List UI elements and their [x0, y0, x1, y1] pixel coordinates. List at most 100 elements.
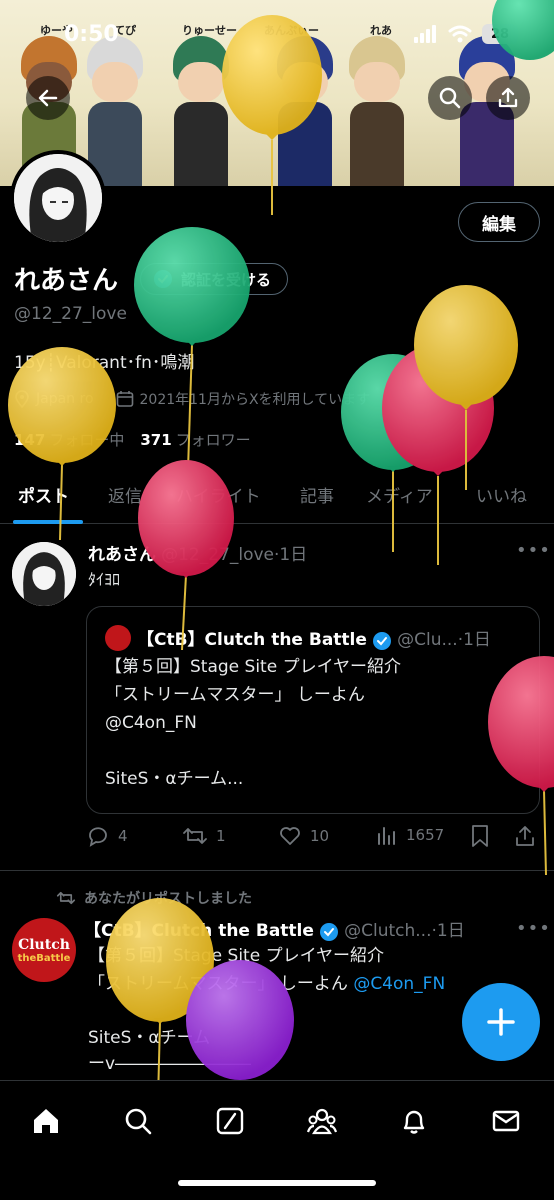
more-options-icon[interactable]: ••• — [516, 918, 551, 939]
repost-indicator: あなたがリポストしました — [56, 888, 252, 908]
nav-communities[interactable] — [300, 1099, 344, 1143]
quote-header: 【CtB】Clutch the Battle @Clu...·1日 — [137, 625, 491, 651]
avatar-illustration — [12, 542, 76, 606]
followers-link[interactable]: 371 フォロワー — [140, 429, 250, 450]
grok-icon — [216, 1107, 244, 1135]
follow-stats: 147 フォロー中 371 フォロワー — [14, 429, 251, 450]
like-count: 10 — [310, 827, 330, 845]
reply-count: 4 — [118, 827, 128, 845]
nav-notifications[interactable] — [392, 1099, 436, 1143]
analytics-icon — [378, 827, 395, 845]
bell-icon — [403, 1110, 425, 1134]
share-button[interactable] — [486, 76, 530, 120]
repost-indicator-label: あなたがリポストしました — [84, 891, 252, 907]
tweet-text-line: ーv―――――――― — [88, 1054, 252, 1074]
status-time: 0:50 — [64, 22, 119, 47]
tweet-author-name[interactable]: 【CtB】Clutch the Battle — [84, 921, 314, 941]
nav-messages[interactable] — [484, 1099, 528, 1143]
tab-replies[interactable]: 返信 — [108, 482, 142, 507]
profile-handle: @12_27_love — [14, 304, 127, 324]
following-count: 147 — [14, 431, 46, 449]
edit-profile-button[interactable]: 編集 — [458, 202, 540, 242]
arrow-left-icon — [38, 89, 58, 107]
tab-posts[interactable]: ポスト — [18, 482, 69, 507]
active-tab-indicator — [13, 520, 83, 524]
tweet-divider — [0, 870, 554, 871]
views-button[interactable]: 1657 — [376, 824, 444, 846]
following-link[interactable]: 147 フォロー中 — [14, 429, 124, 450]
communities-icon — [306, 1108, 338, 1135]
status-icons: 28 — [414, 24, 518, 44]
tweet-author-handle: @Clutch... — [344, 921, 432, 941]
tweet-time: ·1日 — [431, 921, 465, 941]
tweet-text-line: SiteS・αチーム — [88, 1028, 211, 1048]
share-icon — [498, 87, 518, 108]
tab-articles[interactable]: 記事 — [300, 482, 334, 507]
tweet-author-name[interactable]: れあさん — [88, 545, 156, 565]
repost-icon — [56, 891, 76, 905]
bookmark-button[interactable] — [470, 824, 490, 848]
tweet-actions: 4 1 10 1657 — [86, 824, 546, 854]
home-indicator — [178, 1180, 376, 1186]
tab-media[interactable]: メディア — [366, 482, 433, 507]
status-bar: 0:50 28 — [0, 0, 554, 60]
search-icon — [439, 87, 461, 109]
tweet-avatar[interactable]: Clutch theBattle — [12, 918, 76, 982]
avatar-logo-text: Clutch — [18, 936, 70, 953]
tweet-author-handle: @12_27_love — [161, 545, 275, 565]
search-button[interactable] — [428, 76, 472, 120]
quote-time: ·1日 — [457, 630, 491, 650]
profile-tabs: ポスト 返信 ハイライト 記事 メディア いいね — [0, 468, 554, 524]
quoted-tweet[interactable]: 【CtB】Clutch the Battle @Clu...·1日 【第５回】S… — [86, 606, 540, 814]
mention-link[interactable]: @C4on_FN — [353, 974, 445, 994]
joined-text: 2021年11月からXを利用しています — [139, 392, 371, 408]
home-icon — [34, 1109, 58, 1133]
more-options-icon[interactable]: ••• — [516, 540, 551, 561]
tab-highlights[interactable]: ハイライト — [176, 482, 261, 507]
bookmark-icon — [472, 825, 488, 847]
profile-location: Japan ro — [14, 390, 94, 408]
repost-count: 1 — [216, 827, 226, 845]
search-icon — [125, 1108, 152, 1135]
tweet-avatar[interactable] — [12, 542, 76, 606]
share-tweet-button[interactable] — [514, 824, 536, 848]
following-label: フォロー中 — [49, 431, 125, 449]
tab-likes[interactable]: いいね — [476, 482, 527, 507]
location-text: Japan ro — [36, 391, 94, 407]
avatar-logo-subtext: theBattle — [17, 952, 71, 964]
repost-button[interactable]: 1 — [182, 824, 226, 848]
tweet-text-segment: 「ストリームマスター」 しーよん — [88, 974, 348, 994]
quote-author-name: 【CtB】Clutch the Battle — [137, 630, 367, 650]
avatar-illustration — [14, 154, 102, 242]
repost-icon — [183, 828, 207, 844]
verified-badge-icon — [320, 922, 339, 941]
reply-button[interactable]: 4 — [86, 824, 128, 848]
nav-search[interactable] — [116, 1099, 160, 1143]
followers-label: フォロワー — [175, 431, 251, 449]
tweet-text-line: 【第５回】Stage Site プレイヤー紹介 — [88, 946, 385, 966]
tweet-time: ·1日 — [274, 545, 308, 565]
get-verified-button[interactable]: 認証を受ける — [140, 263, 289, 295]
back-button[interactable] — [26, 76, 70, 120]
heart-icon — [280, 827, 300, 845]
verified-badge-icon — [154, 270, 172, 288]
nav-home[interactable] — [24, 1099, 68, 1143]
profile-meta: Japan ro 2021年11月からXを利用しています — [14, 389, 370, 409]
reply-icon — [89, 827, 107, 847]
display-name: れあさん — [14, 266, 119, 296]
like-button[interactable]: 10 — [278, 824, 329, 848]
mail-icon — [492, 1110, 520, 1132]
profile-avatar[interactable] — [10, 150, 106, 246]
tweet-text-line: 「ストリームマスター」 しーよん @C4on_FN — [88, 970, 445, 998]
nav-grok[interactable] — [208, 1099, 252, 1143]
quote-text: 【第５回】Stage Site プレイヤー紹介 「ストリームマスター」 しーよん… — [105, 657, 402, 789]
signal-icon — [414, 25, 436, 43]
profile-bio: 15y┊Valorant･fn･鳴潮 — [14, 353, 195, 373]
plus-icon — [487, 1008, 515, 1036]
compose-post-button[interactable] — [462, 983, 540, 1061]
quote-author-handle: @Clu... — [397, 630, 458, 650]
tweet-header: れあさん @12_27_love·1日 — [88, 540, 307, 565]
location-pin-icon — [15, 390, 29, 408]
battery-indicator: 28 — [482, 24, 518, 44]
share-icon — [516, 826, 534, 846]
